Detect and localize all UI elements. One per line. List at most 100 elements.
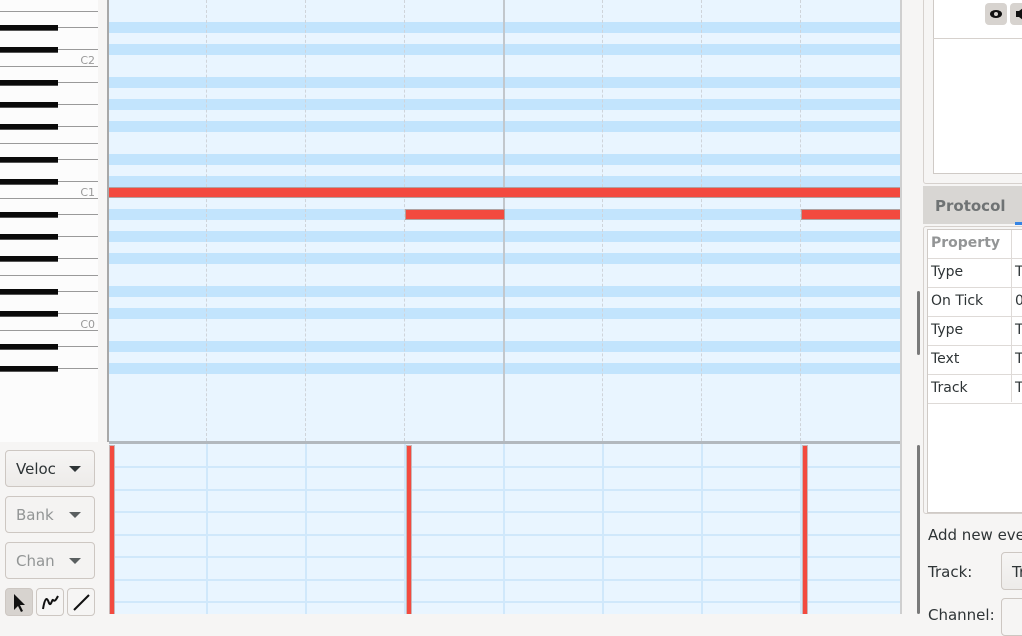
chevron-down-icon: [69, 512, 81, 518]
octave-label: C1: [80, 186, 95, 199]
beat-line: [404, 0, 405, 441]
channel-label: Channel:: [928, 606, 995, 624]
cursor-arrow-icon: [14, 594, 25, 612]
black-key[interactable]: [0, 124, 58, 130]
velocity-beat-line: [503, 444, 505, 614]
track-select-value: Tr: [1012, 563, 1022, 581]
white-key-divider: [58, 104, 98, 105]
active-tab-indicator: [1015, 222, 1022, 225]
white-key-divider: [0, 11, 98, 12]
black-key[interactable]: [0, 366, 58, 372]
white-key-divider: [58, 346, 98, 347]
property-value: T: [1015, 322, 1022, 338]
chevron-down-icon: [69, 558, 81, 564]
black-key[interactable]: [0, 256, 58, 262]
white-key-divider: [0, 143, 98, 144]
white-key-divider: [0, 275, 98, 276]
property-name: Type: [931, 264, 964, 280]
property-value: T: [1015, 351, 1022, 367]
black-key[interactable]: [0, 289, 58, 295]
beat-line: [305, 0, 306, 441]
bank-combo[interactable]: Bank: [5, 496, 95, 533]
beat-line: [206, 0, 207, 441]
line-icon: [73, 594, 90, 611]
velocity-beat-line: [206, 444, 208, 614]
table-row[interactable]: Type T: [928, 317, 1022, 346]
channel-combo[interactable]: Chan: [5, 542, 95, 579]
audio-toggle-button[interactable]: [1010, 3, 1022, 25]
property-name: Track: [931, 380, 968, 396]
bar-line: [503, 0, 505, 441]
table-row[interactable]: Track T: [928, 375, 1022, 404]
panel-splitter[interactable]: [900, 0, 902, 614]
white-key-divider: [58, 236, 98, 237]
track-row-divider: [933, 38, 1022, 39]
black-key[interactable]: [0, 80, 58, 86]
black-key[interactable]: [0, 47, 58, 53]
beat-line: [602, 0, 603, 441]
black-key[interactable]: [0, 311, 58, 317]
eye-icon: [990, 10, 1002, 18]
property-name: Type: [931, 322, 964, 338]
white-key-divider: [58, 313, 98, 314]
event-type-label: Veloc: [16, 460, 56, 478]
white-key-divider: [58, 27, 98, 28]
freehand-curve-icon: [42, 595, 59, 610]
piano-keyboard[interactable]: C2 C1 C0: [0, 0, 98, 442]
speaker-icon: [1016, 8, 1022, 20]
freehand-tool-button[interactable]: [36, 588, 64, 616]
white-key-divider: [58, 49, 98, 50]
velocity-bar[interactable]: [802, 445, 808, 614]
white-key-divider: [58, 159, 98, 160]
add-event-label: Add new ever: [928, 526, 1022, 544]
protocol-tab-label: Protocol: [935, 197, 1006, 215]
white-key-divider: [58, 258, 98, 259]
property-table[interactable]: Property Type T On Tick 0 Type T Text T …: [927, 229, 1022, 513]
white-key-divider: [58, 82, 98, 83]
table-row[interactable]: Text T: [928, 346, 1022, 375]
black-key[interactable]: [0, 212, 58, 218]
black-key[interactable]: [0, 25, 58, 31]
midi-note[interactable]: [801, 209, 900, 220]
channel-select[interactable]: [1001, 598, 1022, 636]
property-value: T: [1015, 264, 1022, 280]
white-key-divider: [58, 126, 98, 127]
track-label: Track:: [928, 563, 973, 581]
midi-note[interactable]: [405, 209, 505, 220]
piano-roll-grid[interactable]: [109, 0, 900, 441]
property-value: T: [1015, 380, 1022, 396]
table-header: Property: [928, 230, 1022, 259]
table-row[interactable]: Type T: [928, 259, 1022, 288]
scrollbar-handle[interactable]: [917, 445, 920, 614]
tracks-list[interactable]: [933, 0, 1022, 174]
line-tool-button[interactable]: [67, 588, 95, 616]
beat-line: [701, 0, 702, 441]
event-type-combo[interactable]: Veloc: [5, 450, 95, 487]
black-key[interactable]: [0, 157, 58, 163]
bank-label: Bank: [16, 506, 54, 524]
midi-note[interactable]: [109, 187, 900, 198]
velocity-beat-line: [701, 444, 703, 614]
velocity-bar[interactable]: [406, 445, 412, 614]
white-key-divider: [58, 291, 98, 292]
scrollbar-handle[interactable]: [917, 291, 920, 355]
beat-line: [800, 0, 801, 441]
select-tool-button[interactable]: [5, 588, 33, 616]
white-key-divider: [58, 368, 98, 369]
property-value: 0: [1015, 293, 1022, 309]
black-key[interactable]: [0, 179, 58, 185]
white-key-divider: [58, 181, 98, 182]
velocity-bar[interactable]: [109, 445, 115, 614]
chevron-down-icon: [69, 466, 81, 472]
velocity-beat-line: [602, 444, 604, 614]
black-key[interactable]: [0, 344, 58, 350]
white-key-divider: [58, 214, 98, 215]
velocity-editor[interactable]: [109, 444, 900, 614]
black-key[interactable]: [0, 234, 58, 240]
black-key[interactable]: [0, 102, 58, 108]
visibility-toggle-button[interactable]: [985, 3, 1007, 25]
column-header-property[interactable]: Property: [931, 235, 1000, 251]
track-select[interactable]: Tr: [1001, 552, 1022, 590]
table-row[interactable]: On Tick 0: [928, 288, 1022, 317]
octave-label: C0: [80, 318, 95, 331]
